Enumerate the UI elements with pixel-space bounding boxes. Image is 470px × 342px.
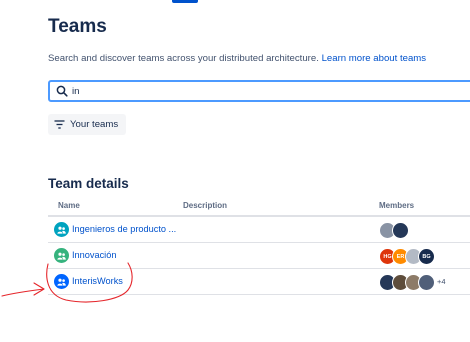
avatar[interactable]	[418, 274, 435, 291]
avatar[interactable]: BG	[418, 248, 435, 265]
column-header-members: Members	[379, 201, 415, 210]
member-avatars	[379, 222, 409, 239]
search-input[interactable]	[72, 83, 452, 99]
member-avatars: +4	[379, 274, 446, 291]
team-search-field[interactable]	[48, 80, 470, 102]
team-details-table: Name Description Members Ingenieros de p…	[48, 196, 470, 295]
your-teams-label: Your teams	[70, 119, 119, 130]
table-row: InterisWorks +4	[48, 269, 470, 295]
your-teams-filter-button[interactable]: Your teams	[48, 114, 127, 135]
search-icon	[56, 84, 68, 102]
team-details-title: Team details	[48, 176, 129, 191]
table-body: Ingenieros de producto ... Innovación HG ER…	[48, 217, 470, 295]
active-nav-indicator	[172, 0, 198, 3]
table-header: Name Description Members	[48, 196, 470, 217]
member-avatars: HG ER BG	[379, 248, 435, 265]
filter-icon	[54, 120, 65, 129]
team-name-link[interactable]: InterisWorks	[72, 276, 123, 286]
teams-page: Teams Search and discover teams across y…	[0, 0, 470, 342]
more-members-count[interactable]: +4	[437, 274, 446, 290]
team-icon	[54, 248, 69, 263]
intro-text: Search and discover teams across your di…	[48, 53, 319, 64]
page-title: Teams	[48, 16, 107, 37]
team-icon	[54, 274, 69, 289]
table-row: Ingenieros de producto ...	[48, 217, 470, 243]
table-row: Innovación HG ER BG	[48, 243, 470, 269]
page-intro: Search and discover teams across your di…	[48, 53, 426, 64]
team-icon	[54, 222, 69, 237]
learn-more-link[interactable]: Learn more about teams	[322, 53, 427, 64]
avatar[interactable]	[392, 222, 409, 239]
column-header-name[interactable]: Name	[58, 201, 80, 210]
team-name-link[interactable]: Ingenieros de producto ...	[72, 224, 176, 234]
column-header-description: Description	[183, 201, 228, 210]
team-name-link[interactable]: Innovación	[72, 250, 116, 260]
